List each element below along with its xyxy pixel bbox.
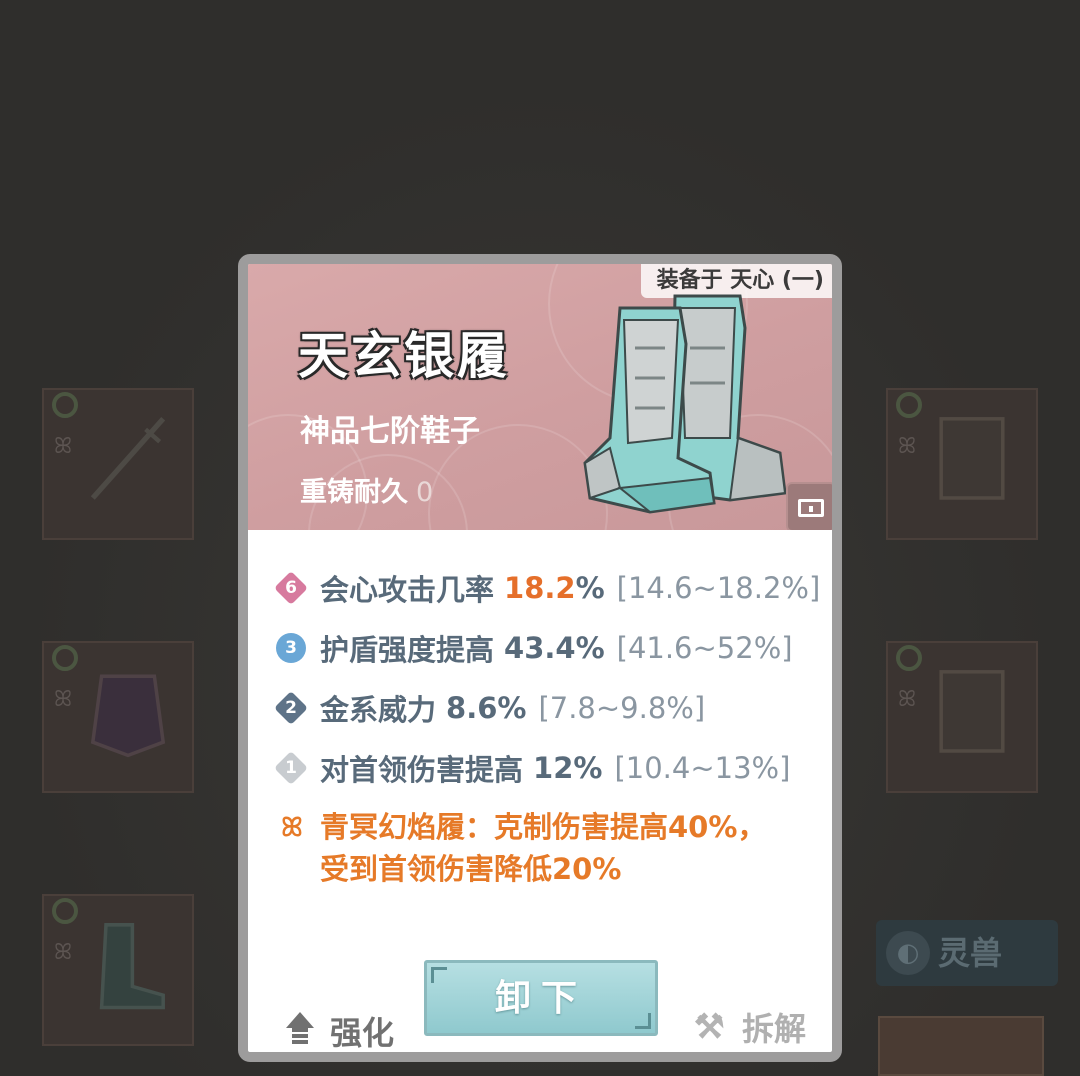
- stat-value: 8.6%: [446, 691, 527, 725]
- disassemble-button[interactable]: ⚒ 拆解: [694, 1004, 806, 1050]
- stat-range: [41.6~52%]: [616, 631, 793, 665]
- stat-row: 1 对首领伤害提高 12% [10.4~13%]: [274, 738, 832, 798]
- gem-socket-icon: [52, 898, 78, 924]
- disassemble-label: 拆解: [742, 1010, 807, 1048]
- upgrade-arrow-icon: [284, 1012, 316, 1050]
- set-effect-icon: ꕤ: [281, 813, 303, 843]
- stat-row: 2 金系威力 8.6% [7.8~9.8%]: [274, 678, 832, 738]
- tier-3-badge-icon: 3: [274, 631, 308, 665]
- stat-row: 6 会心攻击几率 18.2% [14.6~18.2%]: [274, 558, 832, 618]
- set-mark-icon: ꕤ: [53, 940, 73, 965]
- equipment-slot-accessory-1[interactable]: ꕤ: [886, 388, 1038, 540]
- stat-name: 金系威力: [320, 693, 437, 727]
- boots-item-image: [583, 294, 787, 514]
- gem-socket-icon: [52, 392, 78, 418]
- boots-icon: [99, 923, 165, 1010]
- spirit-beast-button[interactable]: ◐ 灵兽: [876, 920, 1058, 986]
- stat-name: 会心攻击几率: [320, 573, 495, 607]
- gem-socket-icon: [896, 645, 922, 671]
- recast-value: 0: [416, 477, 434, 508]
- stat-value: 12%: [533, 751, 603, 785]
- disassemble-icon: ⚒: [694, 1007, 725, 1047]
- stat-name: 对首领伤害提高: [320, 753, 524, 787]
- stat-range: [14.6~18.2%]: [616, 571, 821, 605]
- lock-icon: [798, 499, 824, 517]
- unequip-button[interactable]: 卸下: [424, 960, 658, 1036]
- cabinet-icon: [939, 417, 1005, 500]
- tier-6-badge-icon: 6: [274, 571, 308, 605]
- stat-value: 43.4%: [504, 631, 605, 665]
- item-name: 天玄银履: [298, 326, 510, 385]
- stat-name: 护盾强度提高: [320, 633, 495, 667]
- lock-button[interactable]: [786, 482, 832, 530]
- item-header: 装备于 天心 (一) 天玄银履 神品七阶鞋子 重铸耐久 0: [248, 264, 832, 530]
- spirit-beast-label: 灵兽: [938, 934, 1003, 972]
- stat-value: 18.2%: [504, 571, 605, 605]
- unequip-label: 卸下: [494, 977, 587, 1019]
- set-mark-icon: ꕤ: [53, 687, 73, 712]
- tier-1-badge-icon: 1: [274, 751, 308, 785]
- stat-list: 6 会心攻击几率 18.2% [14.6~18.2%] 3 护盾强度提高 43.…: [274, 558, 832, 890]
- stat-range: [10.4~13%]: [614, 751, 791, 785]
- cabinet-icon: [939, 670, 1005, 753]
- sword-icon: [90, 417, 166, 500]
- equipment-slot-weapon[interactable]: ꕤ: [42, 388, 194, 540]
- set-mark-icon: ꕤ: [53, 434, 73, 459]
- gem-socket-icon: [52, 645, 78, 671]
- set-mark-icon: ꕤ: [897, 434, 917, 459]
- corner-ornament-icon: [431, 967, 447, 983]
- armor-icon: [90, 674, 166, 758]
- set-effect-line-2: 受到首领伤害降低20%: [320, 852, 622, 886]
- enhance-button[interactable]: 强化: [284, 1008, 395, 1052]
- background-card[interactable]: [878, 1016, 1044, 1076]
- enhance-label: 强化: [330, 1014, 395, 1052]
- equipment-slot-accessory-2[interactable]: ꕤ: [886, 641, 1038, 793]
- set-effect-line-1: 青冥幻焰履：克制伤害提高40%，: [320, 810, 767, 844]
- tier-2-badge-icon: 2: [274, 691, 308, 725]
- equipment-slot-boots[interactable]: ꕤ: [42, 894, 194, 1046]
- set-effect: ꕤ 青冥幻焰履：克制伤害提高40%， 受到首领伤害降低20%: [274, 806, 832, 890]
- corner-ornament-icon: [635, 1013, 651, 1029]
- beast-icon: ◐: [886, 931, 930, 975]
- recast-label: 重铸耐久: [300, 477, 408, 508]
- stat-range: [7.8~9.8%]: [538, 691, 706, 725]
- item-grade: 神品七阶鞋子: [300, 414, 480, 449]
- equipment-slot-armor[interactable]: ꕤ: [42, 641, 194, 793]
- gem-socket-icon: [896, 392, 922, 418]
- stat-row: 3 护盾强度提高 43.4% [41.6~52%]: [274, 618, 832, 678]
- recast-durability: 重铸耐久 0: [300, 470, 433, 509]
- equipment-detail-panel: 装备于 天心 (一) 天玄银履 神品七阶鞋子 重铸耐久 0 6 会心攻击几率 1…: [238, 254, 842, 1062]
- set-mark-icon: ꕤ: [897, 687, 917, 712]
